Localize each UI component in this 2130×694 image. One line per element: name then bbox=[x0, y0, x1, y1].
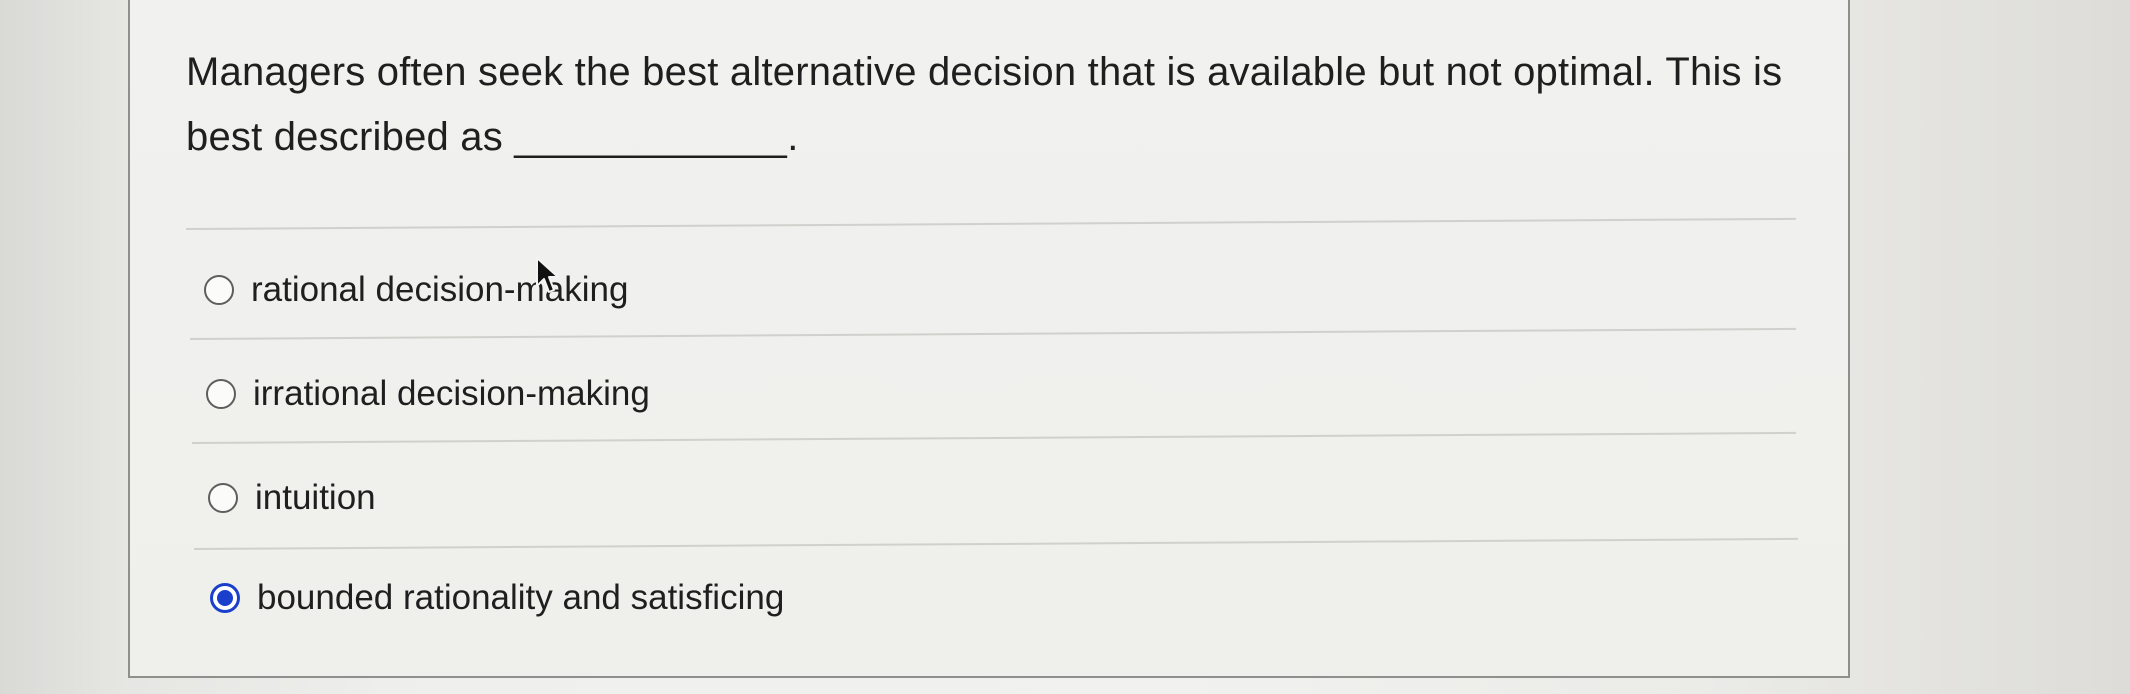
question-line-2: best described as ____________. bbox=[186, 105, 1826, 170]
divider bbox=[189, 327, 1796, 340]
option-bounded-rationality-and-satisficing[interactable]: bounded rationality and satisficing bbox=[210, 578, 784, 618]
question-panel: Managers often seek the best alternative… bbox=[128, 0, 1850, 678]
question-line-2-prefix: best described as bbox=[186, 115, 503, 159]
question-text: Managers often seek the best alternative… bbox=[186, 40, 1826, 170]
radio-button-unselected[interactable] bbox=[204, 275, 234, 305]
option-label: intuition bbox=[255, 478, 376, 517]
divider bbox=[191, 431, 1796, 444]
answer-blank: ____________. bbox=[514, 115, 799, 159]
radio-button-unselected[interactable] bbox=[206, 379, 236, 409]
option-rational-decision-making[interactable]: rational decision-making bbox=[204, 270, 628, 310]
divider bbox=[193, 537, 1798, 550]
option-label: bounded rationality and satisficing bbox=[257, 578, 785, 617]
option-irrational-decision-making[interactable]: irrational decision-making bbox=[206, 374, 650, 414]
radio-button-unselected[interactable] bbox=[208, 483, 238, 513]
question-line-1: Managers often seek the best alternative… bbox=[186, 50, 1783, 94]
mouse-pointer-icon bbox=[536, 257, 559, 293]
option-label: irrational decision-making bbox=[253, 374, 650, 413]
divider bbox=[185, 217, 1796, 230]
option-label: rational decision-making bbox=[251, 270, 629, 309]
option-intuition[interactable]: intuition bbox=[208, 478, 376, 518]
radio-button-selected[interactable] bbox=[210, 583, 240, 613]
